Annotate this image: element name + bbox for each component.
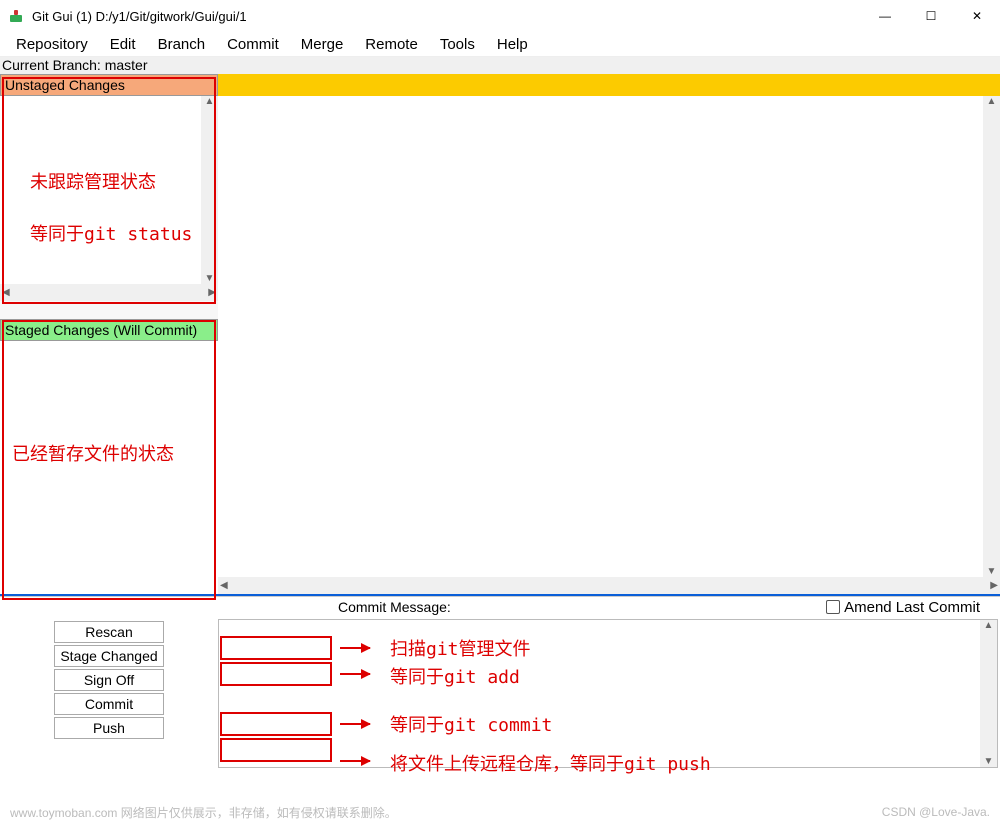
unstaged-header[interactable]: Unstaged Changes [0, 74, 218, 96]
diff-view[interactable]: ▲ ▼ [218, 96, 1000, 577]
scroll-left-icon[interactable]: ◀ [2, 287, 10, 298]
sign-off-button[interactable]: Sign Off [54, 669, 164, 691]
app-window: Git Gui (1) D:/y1/Git/gitwork/Gui/gui/1 … [0, 0, 1000, 790]
branch-label: Current Branch: master [0, 56, 1000, 74]
scroll-down-icon[interactable]: ▼ [205, 273, 215, 284]
diff-header [218, 74, 1000, 96]
scroll-right-icon[interactable]: ▶ [208, 287, 216, 298]
commit-message-input[interactable]: ▲ ▼ [218, 619, 998, 768]
menu-edit[interactable]: Edit [100, 34, 146, 55]
scroll-left-icon[interactable]: ◀ [220, 580, 228, 591]
unstaged-scrollbar[interactable]: ▲ ▼ [201, 96, 218, 284]
menu-merge[interactable]: Merge [291, 34, 354, 55]
action-buttons: Rescan Stage Changed Sign Off Commit Pus… [0, 597, 218, 770]
commit-header: Commit Message: Amend Last Commit [218, 597, 1000, 617]
diff-scrollbar[interactable]: ▲ ▼ [983, 96, 1000, 577]
diff-hscroll[interactable]: ◀ ▶ [218, 577, 1000, 594]
right-column: ▲ ▼ ◀ ▶ [218, 74, 1000, 594]
staged-header[interactable]: Staged Changes (Will Commit) [0, 319, 218, 341]
stage-changed-button[interactable]: Stage Changed [54, 645, 164, 667]
scroll-up-icon[interactable]: ▲ [984, 620, 994, 631]
footer-left: www.toymoban.com 网络图片仅供展示，非存储，如有侵权请联系删除。 [10, 804, 397, 821]
amend-label: Amend Last Commit [844, 599, 980, 616]
scroll-down-icon[interactable]: ▼ [987, 566, 997, 577]
msg-scrollbar[interactable]: ▲ ▼ [980, 620, 997, 767]
commit-area: Rescan Stage Changed Sign Off Commit Pus… [0, 596, 1000, 770]
menu-remote[interactable]: Remote [355, 34, 428, 55]
commit-message-label: Commit Message: [338, 599, 451, 615]
menu-bar: Repository Edit Branch Commit Merge Remo… [0, 32, 1000, 56]
scroll-up-icon[interactable]: ▲ [987, 96, 997, 107]
push-button[interactable]: Push [54, 717, 164, 739]
menu-repository[interactable]: Repository [6, 34, 98, 55]
menu-help[interactable]: Help [487, 34, 538, 55]
window-title: Git Gui (1) D:/y1/Git/gitwork/Gui/gui/1 [32, 9, 247, 24]
scroll-down-icon[interactable]: ▼ [984, 756, 994, 767]
staged-list[interactable] [0, 341, 218, 594]
scroll-up-icon[interactable]: ▲ [205, 96, 215, 107]
app-icon [8, 8, 24, 24]
amend-checkbox[interactable]: Amend Last Commit [826, 599, 980, 616]
checkbox-icon[interactable] [826, 600, 840, 614]
unstaged-hscroll[interactable]: ◀ ▶ [0, 284, 218, 301]
footer-right: CSDN @Love-Java. [882, 805, 990, 819]
menu-branch[interactable]: Branch [148, 34, 216, 55]
rescan-button[interactable]: Rescan [54, 621, 164, 643]
menu-tools[interactable]: Tools [430, 34, 485, 55]
minimize-button[interactable]: — [862, 0, 908, 32]
menu-commit[interactable]: Commit [217, 34, 289, 55]
page-footer: www.toymoban.com 网络图片仅供展示，非存储，如有侵权请联系删除。… [0, 803, 1000, 821]
title-bar[interactable]: Git Gui (1) D:/y1/Git/gitwork/Gui/gui/1 … [0, 0, 1000, 32]
maximize-button[interactable]: ☐ [908, 0, 954, 32]
commit-button[interactable]: Commit [54, 693, 164, 715]
splitter[interactable] [0, 301, 218, 319]
left-column: Unstaged Changes ▲ ▼ ◀ ▶ Staged Changes … [0, 74, 218, 594]
scroll-right-icon[interactable]: ▶ [990, 580, 998, 591]
window-buttons: — ☐ ✕ [862, 0, 1000, 32]
unstaged-list[interactable]: ▲ ▼ [0, 96, 218, 284]
close-button[interactable]: ✕ [954, 0, 1000, 32]
main-split: Unstaged Changes ▲ ▼ ◀ ▶ Staged Changes … [0, 74, 1000, 594]
commit-column: Commit Message: Amend Last Commit ▲ ▼ [218, 597, 1000, 770]
